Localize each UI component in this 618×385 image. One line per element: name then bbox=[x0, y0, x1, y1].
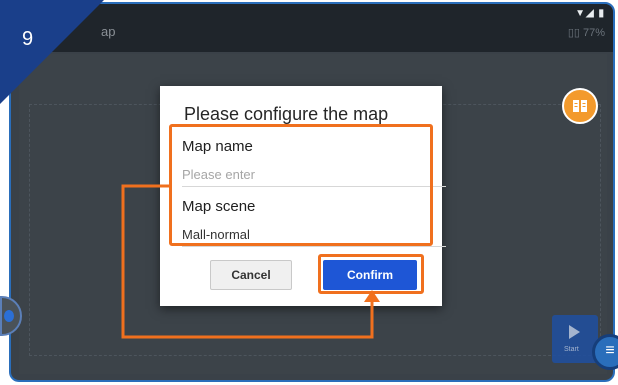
start-label: Start bbox=[564, 346, 579, 353]
start-button[interactable]: Start bbox=[552, 315, 598, 363]
battery-indicator: ▯▯ 77% bbox=[567, 27, 605, 39]
play-icon bbox=[569, 325, 580, 339]
menu-icon: ≡ bbox=[605, 342, 615, 359]
step-number: 9 bbox=[22, 28, 34, 50]
guide-book-button[interactable] bbox=[562, 88, 598, 124]
dialog-title: Please configure the map bbox=[184, 104, 389, 124]
cancel-button[interactable]: Cancel bbox=[210, 260, 292, 290]
status-icons: ▼◢ ▮ bbox=[575, 8, 605, 19]
step-corner-badge bbox=[0, 0, 106, 106]
book-icon bbox=[573, 100, 587, 112]
handle-dot-icon bbox=[4, 310, 14, 322]
fields-highlight bbox=[169, 124, 433, 246]
confirm-highlight bbox=[318, 254, 424, 294]
